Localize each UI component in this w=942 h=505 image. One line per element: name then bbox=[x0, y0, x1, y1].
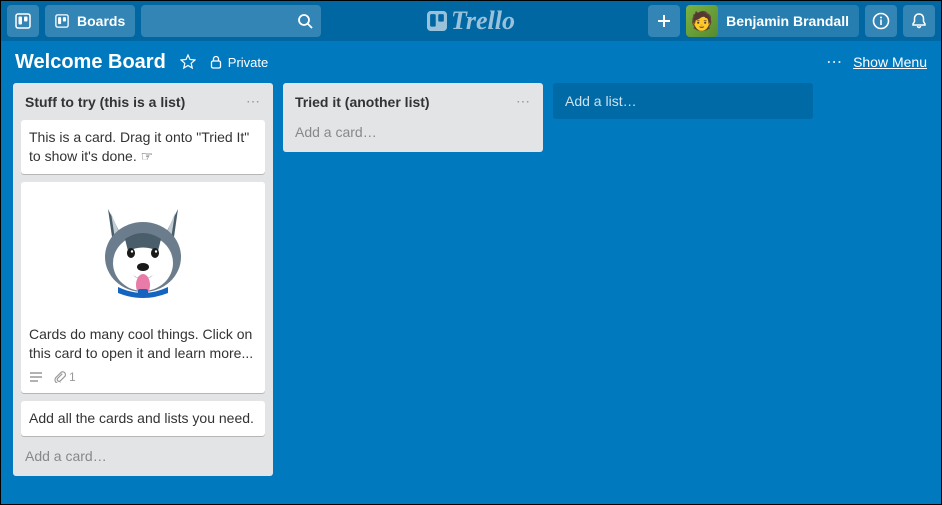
search-icon bbox=[297, 13, 313, 29]
home-button[interactable] bbox=[7, 5, 39, 37]
husky-icon bbox=[83, 189, 203, 309]
trello-icon bbox=[15, 13, 31, 29]
privacy-label: Private bbox=[228, 55, 268, 70]
notifications-button[interactable] bbox=[903, 5, 935, 37]
list-title[interactable]: Stuff to try (this is a list) bbox=[25, 94, 185, 110]
card-cover-image bbox=[21, 182, 265, 317]
card-text: Add all the cards and lists you need. bbox=[29, 410, 254, 426]
bell-icon bbox=[910, 12, 928, 30]
star-button[interactable] bbox=[180, 54, 196, 70]
card-badges: 1 bbox=[29, 369, 257, 385]
privacy-button[interactable]: Private bbox=[210, 55, 268, 70]
board-menu-dots[interactable]: ⋯ bbox=[826, 52, 843, 72]
board-canvas: Stuff to try (this is a list) ⋯ This is … bbox=[1, 83, 941, 476]
list-menu-button[interactable]: ⋯ bbox=[516, 93, 531, 110]
trello-logo-icon bbox=[427, 11, 447, 31]
card[interactable]: Cards do many cool things. Click on this… bbox=[21, 182, 265, 393]
add-list-button[interactable]: Add a list… bbox=[553, 83, 813, 119]
boards-icon bbox=[55, 14, 69, 28]
card[interactable]: This is a card. Drag it onto "Tried It" … bbox=[21, 120, 265, 174]
lock-icon bbox=[210, 55, 222, 69]
info-button[interactable] bbox=[865, 5, 897, 37]
search-input[interactable] bbox=[141, 5, 321, 37]
card[interactable]: Add all the cards and lists you need. bbox=[21, 401, 265, 436]
list-tried-it: Tried it (another list) ⋯ Add a card… bbox=[283, 83, 543, 152]
info-icon bbox=[872, 12, 890, 30]
trello-logo[interactable]: Trello bbox=[427, 6, 515, 36]
plus-icon bbox=[656, 13, 672, 29]
boards-button-label: Boards bbox=[77, 13, 125, 29]
board-title[interactable]: Welcome Board bbox=[15, 51, 166, 74]
description-icon bbox=[29, 371, 43, 383]
star-icon bbox=[180, 54, 196, 70]
avatar: 🧑 bbox=[686, 5, 718, 37]
card-text: This is a card. Drag it onto "Tried It" … bbox=[29, 129, 249, 164]
list-menu-button[interactable]: ⋯ bbox=[246, 93, 261, 110]
username-label: Benjamin Brandall bbox=[726, 13, 849, 29]
user-menu-button[interactable]: 🧑 Benjamin Brandall bbox=[686, 5, 859, 37]
add-card-button[interactable]: Add a card… bbox=[21, 444, 265, 468]
card-text: Cards do many cool things. Click on this… bbox=[29, 326, 253, 361]
logo-text: Trello bbox=[451, 6, 515, 36]
attachment-icon bbox=[53, 370, 66, 383]
list-stuff-to-try: Stuff to try (this is a list) ⋯ This is … bbox=[13, 83, 273, 476]
app-header: Boards Trello 🧑 Benjamin Brandall bbox=[1, 1, 941, 41]
create-button[interactable] bbox=[648, 5, 680, 37]
show-menu-button[interactable]: Show Menu bbox=[853, 54, 927, 70]
board-header: Welcome Board Private ⋯ Show Menu bbox=[1, 41, 941, 83]
add-card-button[interactable]: Add a card… bbox=[291, 120, 535, 144]
attachment-count: 1 bbox=[69, 369, 76, 385]
boards-button[interactable]: Boards bbox=[45, 5, 135, 37]
list-title[interactable]: Tried it (another list) bbox=[295, 94, 430, 110]
